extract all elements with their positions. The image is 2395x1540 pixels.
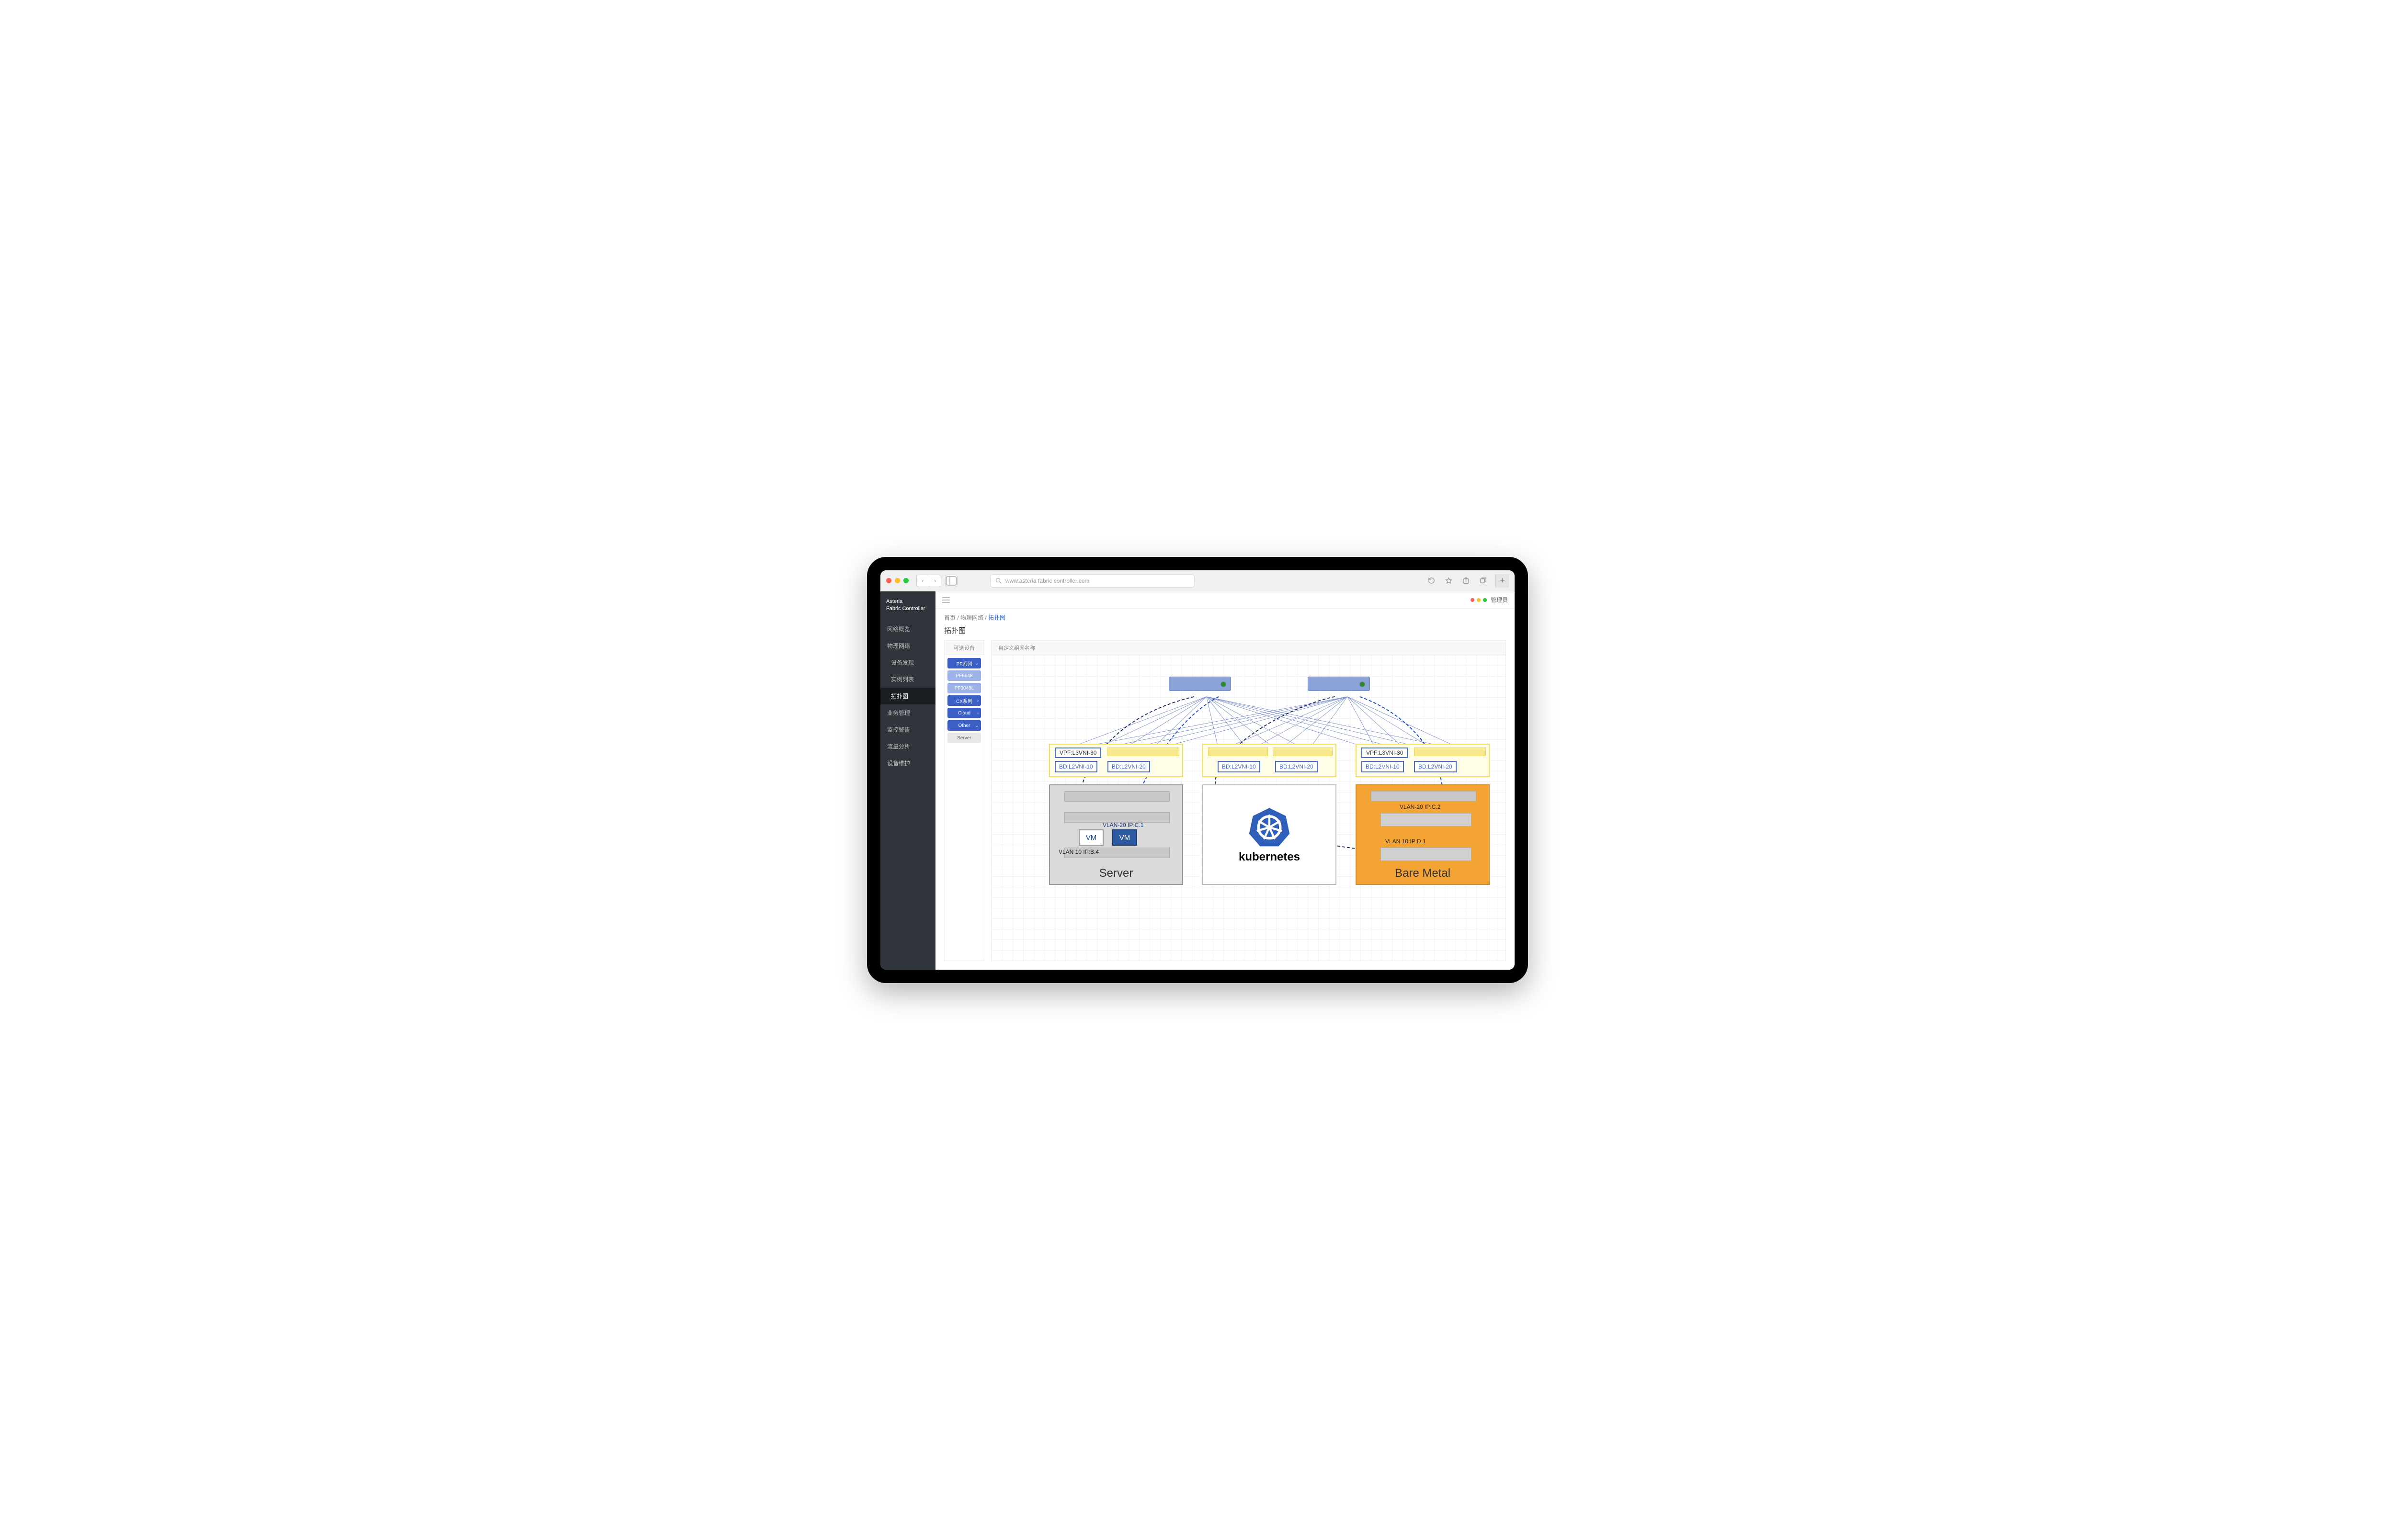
- nic2-label: VLAN 10 IP:D.1: [1385, 838, 1426, 845]
- sidebar-item-instance-list[interactable]: 实例列表: [880, 671, 935, 688]
- screen: ‹ › www.asteria fabric controller.com + …: [880, 570, 1515, 970]
- palette-body: PF系列⌄ PF6648 PF3048L CX系列› Cloud› Other⌄…: [945, 655, 984, 746]
- tabs-button[interactable]: [1476, 575, 1490, 587]
- logo-line2: Fabric Controller: [886, 605, 930, 612]
- leaf-zone-2[interactable]: BD:L2VNI-10 BD:L2VNI-20: [1202, 744, 1336, 777]
- chevron-down-icon: ⌄: [975, 661, 979, 666]
- share-button[interactable]: [1459, 575, 1472, 587]
- sidebar-item-overview[interactable]: 网络概览: [880, 621, 935, 637]
- sidebar-item-topology[interactable]: 拓扑图: [880, 688, 935, 704]
- bd-label-1: BD:L2VNI-10: [1361, 761, 1404, 772]
- sidebar-logo: Asteria Fabric Controller: [880, 598, 935, 621]
- palette-item-pf-series[interactable]: PF系列⌄: [947, 658, 981, 668]
- canvas-wrap: 自定义组网名称: [991, 640, 1506, 961]
- chevron-right-icon: ›: [977, 698, 979, 703]
- palette-item-server[interactable]: Server: [947, 733, 981, 743]
- browser-chrome: ‹ › www.asteria fabric controller.com +: [880, 570, 1515, 591]
- vm-block-2[interactable]: VM: [1112, 829, 1137, 846]
- palette-item-cx-series[interactable]: CX系列›: [947, 695, 981, 706]
- logo-line1: Asteria: [886, 598, 930, 605]
- kubernetes-icon: [1248, 805, 1290, 848]
- search-icon: [995, 578, 1002, 584]
- url-text: www.asteria fabric controller.com: [1005, 578, 1089, 584]
- breadcrumb-current: 拓扑图: [988, 614, 1005, 621]
- vpf-label: VPF:L3VNI-30: [1055, 747, 1101, 758]
- user-label: 管理员: [1491, 596, 1508, 604]
- canvas-tab[interactable]: 自定义组网名称: [992, 641, 1505, 655]
- back-button[interactable]: ‹: [916, 575, 929, 587]
- window-dots: [886, 578, 909, 583]
- vm-block-1[interactable]: VM: [1079, 829, 1104, 846]
- sidebar-item-business[interactable]: 业务管理: [880, 704, 935, 721]
- vm2-label: VLAN-20 IP:C.1: [1103, 822, 1143, 828]
- palette-item-cloud[interactable]: Cloud›: [947, 708, 981, 718]
- nav-back-forward: ‹ ›: [916, 575, 941, 587]
- sidebar-item-physical-network[interactable]: 物理网络: [880, 637, 935, 654]
- menu-icon[interactable]: [942, 597, 950, 603]
- bare-metal-host[interactable]: VLAN-20 IP:C.2 VLAN 10 IP:D.1 Bare Metal: [1356, 784, 1490, 885]
- bd-label-2: BD:L2VNI-20: [1414, 761, 1457, 772]
- palette-item-pf3048l[interactable]: PF3048L: [947, 683, 981, 693]
- chevron-right-icon: ›: [977, 711, 979, 715]
- refresh-button[interactable]: [1425, 575, 1438, 587]
- spine-switch-2[interactable]: [1308, 677, 1370, 691]
- leaf-zone-1[interactable]: VPF:L3VNI-30 BD:L2VNI-10 BD:L2VNI-20: [1049, 744, 1183, 777]
- bd-label-1: BD:L2VNI-10: [1218, 761, 1260, 772]
- host-title: kubernetes: [1239, 850, 1300, 864]
- sidebar-toggle-icon[interactable]: [945, 575, 958, 587]
- minimize-icon[interactable]: [895, 578, 900, 583]
- nic1-label: VLAN-20 IP:C.2: [1400, 804, 1440, 810]
- vm-label: VLAN 10 IP:B.4: [1059, 849, 1099, 855]
- host-title: Server: [1050, 867, 1182, 880]
- page-title: 拓扑图: [935, 623, 1515, 640]
- chevron-down-icon: ⌄: [975, 723, 979, 728]
- host-title: Bare Metal: [1357, 867, 1489, 880]
- app-root: Asteria Fabric Controller 网络概览 物理网络 设备发现…: [880, 591, 1515, 970]
- tablet-frame: ‹ › www.asteria fabric controller.com + …: [867, 557, 1528, 983]
- content: 可选设备 PF系列⌄ PF6648 PF3048L CX系列› Cloud› O…: [935, 640, 1515, 970]
- leaf-zone-3[interactable]: VPF:L3VNI-30 BD:L2VNI-10 BD:L2VNI-20: [1356, 744, 1490, 777]
- topology-canvas[interactable]: VPF:L3VNI-30 BD:L2VNI-10 BD:L2VNI-20 BD:…: [992, 655, 1505, 961]
- spine-switch-1[interactable]: [1169, 677, 1231, 691]
- status-indicator-icon: [1360, 682, 1365, 687]
- topbar: 管理员: [935, 591, 1515, 609]
- main-panel: 管理员 首页 / 物理网络 / 拓扑图 拓扑图 可选设备 PF系列⌄ PF664…: [935, 591, 1515, 970]
- sidebar-item-monitor-alert[interactable]: 监控警告: [880, 721, 935, 738]
- new-tab-button[interactable]: +: [1495, 574, 1509, 588]
- sidebar-item-traffic-analysis[interactable]: 流量分析: [880, 738, 935, 755]
- breadcrumb-home[interactable]: 首页: [944, 614, 956, 621]
- forward-button[interactable]: ›: [929, 575, 941, 587]
- palette-item-pf6648[interactable]: PF6648: [947, 670, 981, 681]
- sidebar: Asteria Fabric Controller 网络概览 物理网络 设备发现…: [880, 591, 935, 970]
- bd-label-2: BD:L2VNI-20: [1275, 761, 1318, 772]
- status-indicator-icon: [1221, 682, 1226, 687]
- server-host[interactable]: VLAN-20 IP:C.1 VM VM VLAN 10 IP:B.4 Serv…: [1049, 784, 1183, 885]
- palette-item-other[interactable]: Other⌄: [947, 720, 981, 731]
- palette-header: 可选设备: [945, 641, 984, 655]
- vpf-label: VPF:L3VNI-30: [1361, 747, 1408, 758]
- breadcrumb-middle[interactable]: 物理网络: [960, 614, 983, 621]
- bd-label-2: BD:L2VNI-20: [1107, 761, 1150, 772]
- favorite-button[interactable]: [1442, 575, 1455, 587]
- sidebar-item-device-maintenance[interactable]: 设备维护: [880, 755, 935, 771]
- close-icon[interactable]: [886, 578, 891, 583]
- user-info[interactable]: 管理员: [1471, 596, 1508, 604]
- bd-label-1: BD:L2VNI-10: [1055, 761, 1097, 772]
- device-palette: 可选设备 PF系列⌄ PF6648 PF3048L CX系列› Cloud› O…: [944, 640, 984, 961]
- url-bar[interactable]: www.asteria fabric controller.com: [990, 574, 1195, 588]
- maximize-icon[interactable]: [903, 578, 909, 583]
- breadcrumb: 首页 / 物理网络 / 拓扑图: [935, 609, 1515, 623]
- kubernetes-host[interactable]: kubernetes: [1202, 784, 1336, 885]
- sidebar-item-device-discovery[interactable]: 设备发现: [880, 654, 935, 671]
